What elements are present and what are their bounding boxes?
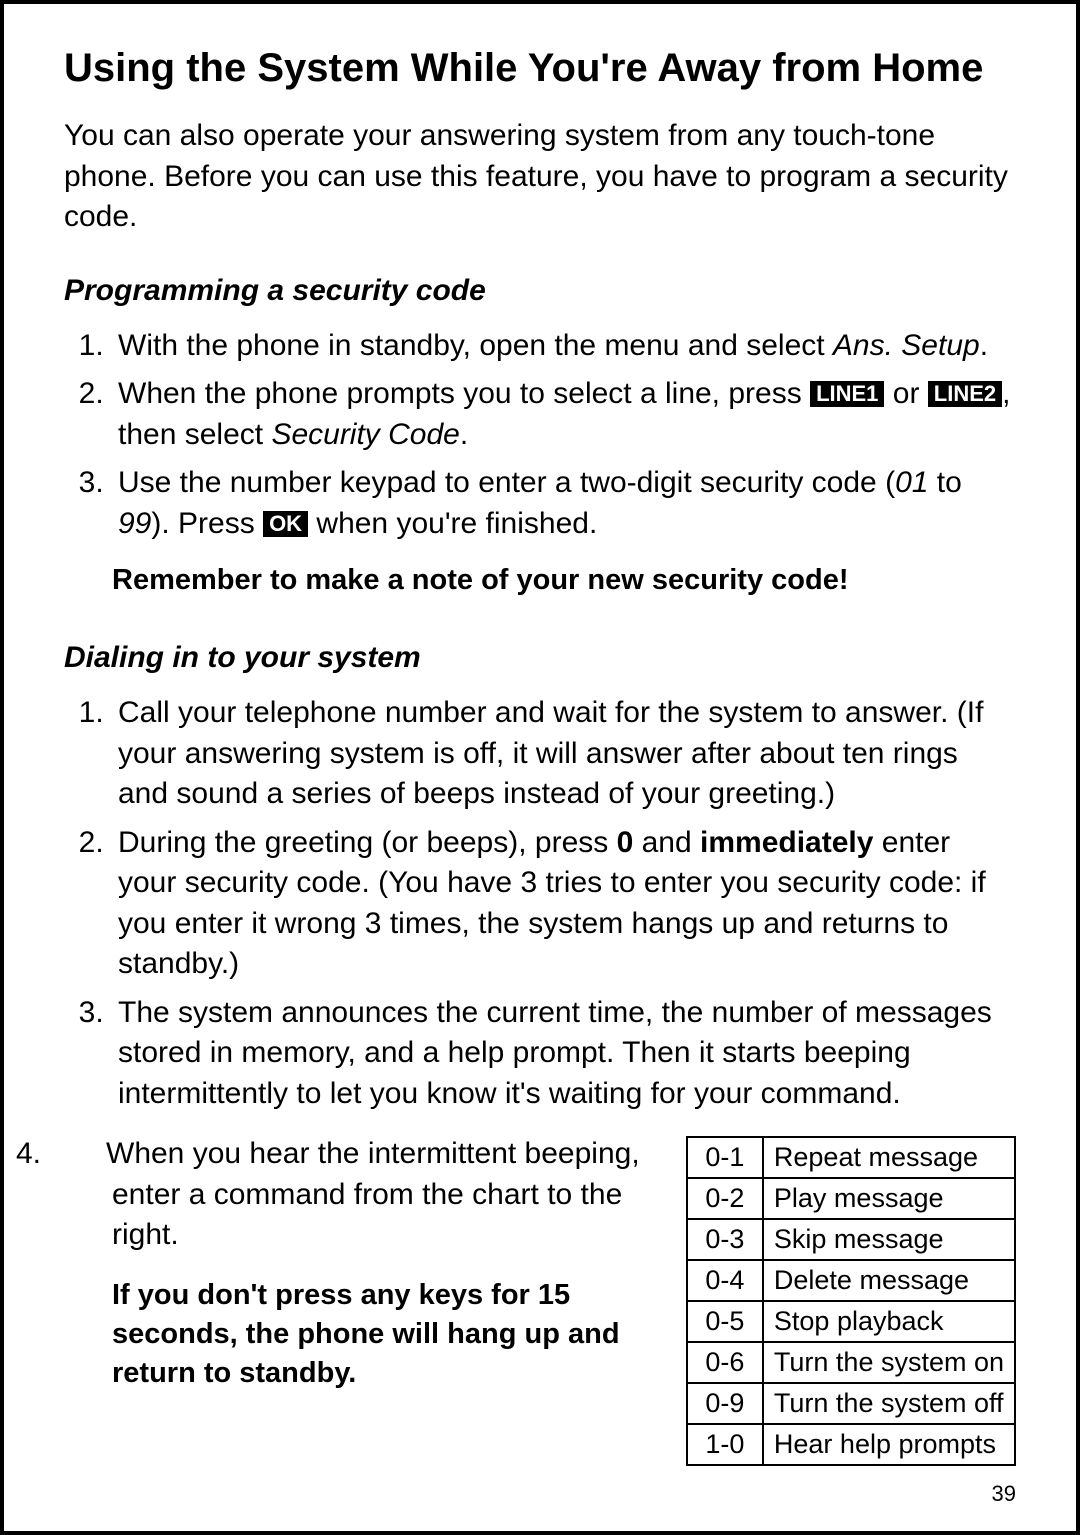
cmd-code: 0-1 bbox=[687, 1137, 763, 1178]
cmd-label: Turn the system on bbox=[763, 1342, 1015, 1383]
command-table: 0-1Repeat message 0-2Play message 0-3Ski… bbox=[686, 1136, 1016, 1466]
step-a2: When the phone prompts you to select a l… bbox=[112, 374, 1016, 455]
table-row: 0-6Turn the system on bbox=[687, 1342, 1015, 1383]
step-b2: During the greeting (or beeps), press 0 … bbox=[112, 823, 1016, 985]
key-line1: LINE1 bbox=[810, 381, 884, 407]
step-b1: Call your telephone number and wait for … bbox=[112, 693, 1016, 815]
table-row: 0-2Play message bbox=[687, 1178, 1015, 1219]
step-b4-left: 4.When you hear the intermittent beeping… bbox=[64, 1134, 656, 1393]
step-a3-after: ). Press bbox=[151, 507, 263, 540]
cmd-code: 0-6 bbox=[687, 1342, 763, 1383]
range-99: 99 bbox=[118, 507, 151, 540]
cmd-code: 0-2 bbox=[687, 1178, 763, 1219]
table-row: 0-1Repeat message bbox=[687, 1137, 1015, 1178]
step-a3-post: when you're finished. bbox=[308, 507, 597, 540]
page-title: Using the System While You're Away from … bbox=[64, 44, 1016, 92]
table-row: 0-9Turn the system off bbox=[687, 1383, 1015, 1424]
step-a1: With the phone in standby, open the menu… bbox=[112, 326, 1016, 367]
step-b4-num: 4. bbox=[64, 1134, 106, 1175]
menu-ans-setup: Ans. Setup bbox=[833, 329, 980, 362]
section-a-steps: With the phone in standby, open the menu… bbox=[64, 326, 1016, 545]
table-row: 0-5Stop playback bbox=[687, 1301, 1015, 1342]
step-b4-text: When you hear the intermittent beeping, … bbox=[106, 1137, 640, 1251]
section-b-title: Dialing in to your system bbox=[64, 641, 1016, 675]
cmd-label: Repeat message bbox=[763, 1137, 1015, 1178]
table-row: 0-4Delete message bbox=[687, 1260, 1015, 1301]
step-a2-mid: or bbox=[884, 377, 927, 410]
section-b: Dialing in to your system Call your tele… bbox=[64, 641, 1016, 1466]
cmd-label: Delete message bbox=[763, 1260, 1015, 1301]
step-a2-post: . bbox=[460, 418, 468, 451]
cmd-code: 1-0 bbox=[687, 1424, 763, 1465]
word-immediately: immediately bbox=[700, 826, 873, 859]
timeout-warning: If you don't press any keys for 15 secon… bbox=[64, 1276, 656, 1393]
key-line2: LINE2 bbox=[928, 381, 1002, 407]
cmd-label: Turn the system off bbox=[763, 1383, 1015, 1424]
step-b2-mid: and bbox=[633, 826, 700, 859]
cmd-label: Skip message bbox=[763, 1219, 1015, 1260]
step-a3-mid: to bbox=[928, 466, 961, 499]
page-number: 39 bbox=[992, 1481, 1016, 1507]
section-b-steps: Call your telephone number and wait for … bbox=[64, 693, 1016, 1114]
step-b3: The system announces the current time, t… bbox=[112, 993, 1016, 1115]
key-0: 0 bbox=[617, 826, 634, 859]
cmd-code: 0-4 bbox=[687, 1260, 763, 1301]
step-a1-post: . bbox=[980, 329, 988, 362]
step-b4: 4.When you hear the intermittent beeping… bbox=[64, 1134, 656, 1256]
step-b2-pre: During the greeting (or beeps), press bbox=[118, 826, 617, 859]
step-a2-pre: When the phone prompts you to select a l… bbox=[118, 377, 810, 410]
cmd-code: 0-5 bbox=[687, 1301, 763, 1342]
cmd-code: 0-9 bbox=[687, 1383, 763, 1424]
table-row: 0-3Skip message bbox=[687, 1219, 1015, 1260]
range-01: 01 bbox=[895, 466, 928, 499]
cmd-label: Stop playback bbox=[763, 1301, 1015, 1342]
cmd-code: 0-3 bbox=[687, 1219, 763, 1260]
step-a1-pre: With the phone in standby, open the menu… bbox=[118, 329, 833, 362]
security-code-note: Remember to make a note of your new secu… bbox=[112, 564, 1016, 597]
menu-security-code: Security Code bbox=[271, 418, 459, 451]
step-b4-row: 4.When you hear the intermittent beeping… bbox=[64, 1134, 1016, 1466]
cmd-label: Play message bbox=[763, 1178, 1015, 1219]
manual-page: Using the System While You're Away from … bbox=[0, 0, 1080, 1535]
key-ok: OK bbox=[263, 511, 308, 537]
intro-paragraph: You can also operate your answering syst… bbox=[64, 116, 1016, 238]
cmd-label: Hear help prompts bbox=[763, 1424, 1015, 1465]
section-a-title: Programming a security code bbox=[64, 274, 1016, 308]
step-a3-pre: Use the number keypad to enter a two-dig… bbox=[118, 466, 895, 499]
table-row: 1-0Hear help prompts bbox=[687, 1424, 1015, 1465]
step-a3: Use the number keypad to enter a two-dig… bbox=[112, 463, 1016, 544]
